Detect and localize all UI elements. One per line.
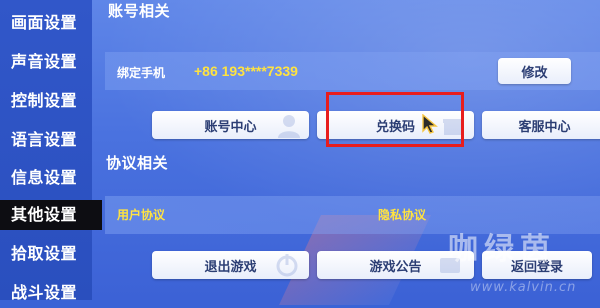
sidebar-item-combat[interactable]: 战斗设置	[0, 278, 100, 308]
customer-service-button[interactable]: 客服中心	[482, 111, 600, 139]
mouse-cursor-icon	[422, 114, 438, 134]
sidebar-item-info[interactable]: 信息设置	[0, 163, 100, 193]
sidebar-item-language[interactable]: 语言设置	[0, 125, 100, 155]
sidebar-item-controls[interactable]: 控制设置	[0, 86, 100, 116]
phone-number: +86 193****7339	[194, 63, 298, 79]
user-agreement-link[interactable]: 用户协议	[117, 206, 165, 223]
person-icon	[278, 115, 300, 138]
power-icon	[276, 254, 298, 277]
bind-phone-label: 绑定手机	[117, 66, 166, 80]
watermark-text: 咖绿茵	[448, 232, 556, 267]
sidebar-item-pickup[interactable]: 拾取设置	[0, 239, 100, 269]
sidebar-item-display[interactable]: 画面设置	[0, 8, 100, 38]
privacy-agreement-link[interactable]: 隐私协议	[378, 206, 426, 223]
sidebar-item-other[interactable]: 其他设置	[0, 200, 102, 230]
highlight-box	[326, 92, 464, 147]
watermark-url: www.kalvin.cn	[470, 280, 577, 295]
modify-phone-button[interactable]: 修改	[498, 58, 571, 84]
protocol-section-title: 协议相关	[106, 154, 169, 172]
settings-sidebar: 画面设置 声音设置 控制设置 语言设置 信息设置 其他设置 拾取设置 战斗设置	[0, 0, 102, 302]
account-section-title: 账号相关	[108, 2, 171, 20]
sidebar-item-sound[interactable]: 声音设置	[0, 47, 100, 77]
